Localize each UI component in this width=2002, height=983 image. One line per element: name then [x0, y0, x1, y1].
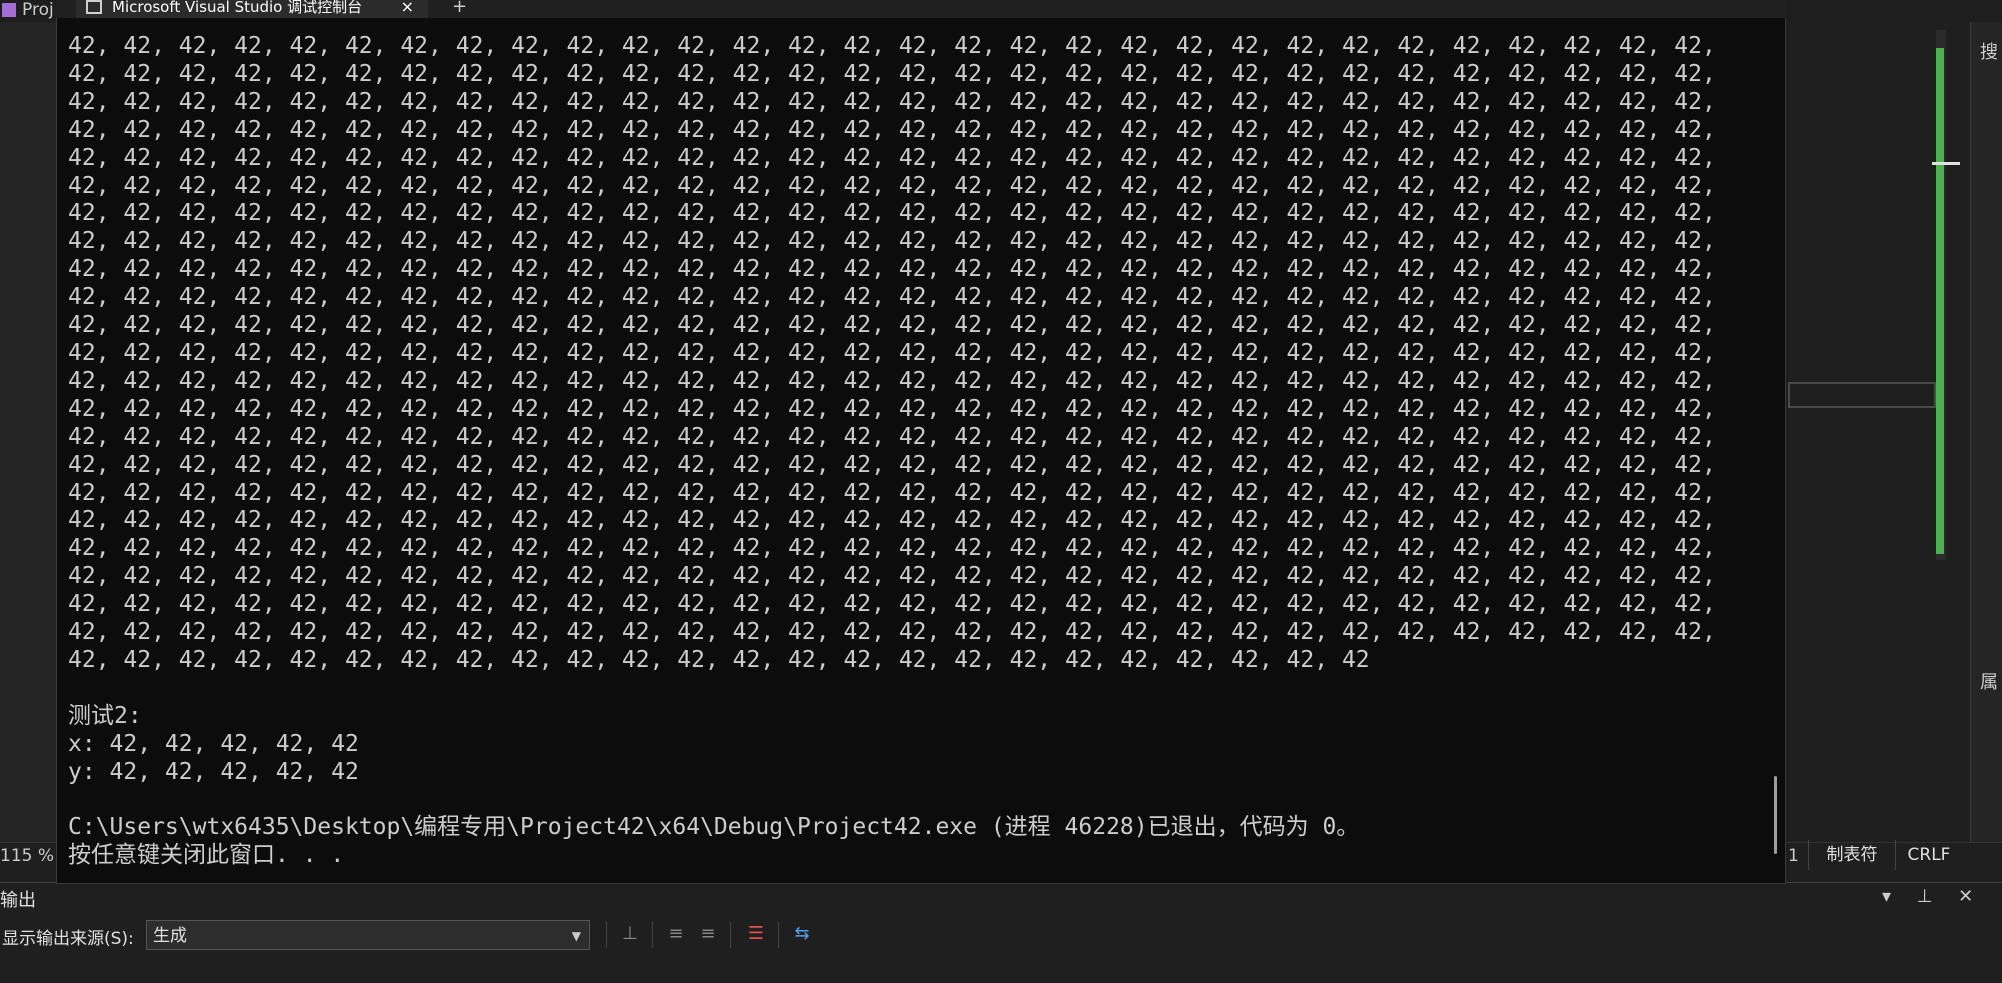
editor-scrollbar-change-marker — [1936, 48, 1944, 554]
find-message-icon[interactable]: ⊥ — [618, 922, 642, 946]
y-values-line: y: 42, 42, 42, 42, 42 — [68, 758, 359, 785]
toolbar-separator — [778, 922, 779, 948]
x-values-line: x: 42, 42, 42, 42, 42 — [68, 730, 359, 757]
toolbar-separator — [652, 922, 653, 948]
output-panel-title: 输出 — [0, 890, 36, 911]
output-source-select[interactable]: 生成 ▼ — [146, 920, 590, 950]
chevron-down-icon: ▼ — [571, 929, 581, 943]
project-tab[interactable]: Proj — [0, 0, 54, 20]
editor-highlight-box — [1788, 382, 1936, 408]
test2-header: 测试2: — [68, 702, 142, 729]
output-source-label: 显示输出来源(S): — [2, 929, 134, 949]
solution-explorer-search-label[interactable]: 搜 — [1980, 38, 1998, 64]
new-tab-button[interactable]: + — [452, 0, 467, 17]
project-tab-label: Proj — [22, 0, 54, 20]
line-ending[interactable]: CRLF — [1894, 840, 1964, 870]
properties-panel-label[interactable]: 属 — [1980, 668, 1998, 694]
output-source-value: 生成 — [153, 926, 187, 946]
clear-all-icon[interactable]: ☰ — [744, 922, 768, 946]
word-wrap-icon[interactable]: ⇆ — [790, 922, 814, 946]
zoom-level[interactable]: 115 % — [0, 846, 54, 866]
process-exit-line: C:\Users\wtx6435\Desktop\编程专用\Project42\… — [68, 814, 1360, 841]
console-tab-title: Microsoft Visual Studio 调试控制台 — [112, 0, 363, 16]
toolbar-separator — [730, 922, 731, 948]
console-output: 42, 42, 42, 42, 42, 42, 42, 42, 42, 42, … — [68, 33, 1716, 870]
toolbar-separator — [606, 922, 607, 948]
go-next-message-icon[interactable]: ≡ — [696, 922, 720, 946]
close-icon[interactable]: × — [401, 0, 414, 15]
go-previous-message-icon[interactable]: ≡ — [664, 922, 688, 946]
output-panel-controls[interactable]: ▾ ⊥ ✕ — [1882, 886, 1983, 907]
console-scrollbar[interactable] — [1774, 776, 1777, 854]
editor-scrollbar-position-marker — [1932, 162, 1960, 165]
terminal-icon — [86, 0, 102, 14]
project-icon — [2, 3, 16, 17]
press-any-key-line: 按任意键关闭此窗口. . . — [68, 842, 345, 869]
status-column: 1 — [1788, 846, 1799, 866]
console-tab[interactable]: Microsoft Visual Studio 调试控制台 × — [76, 0, 428, 18]
right-tool-sidebar — [1970, 22, 2002, 842]
console-value-rows: 42, 42, 42, 42, 42, 42, 42, 42, 42, 42, … — [68, 33, 1716, 673]
editor-left-gutter — [0, 22, 58, 842]
indent-mode[interactable]: 制表符 — [1808, 840, 1896, 870]
